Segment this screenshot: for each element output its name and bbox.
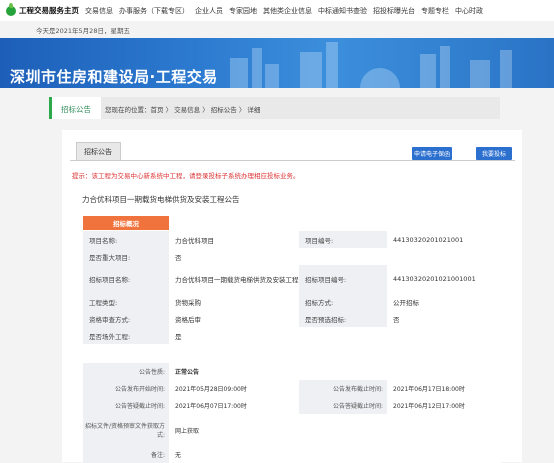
notice-label: 公告答疑截止时间: [83,397,169,414]
nav-item-other-companies[interactable]: 其他类企业信息 [263,6,312,16]
notice-label: 公告发布开始时间: [83,380,169,397]
city-skyline-decoration [470,60,490,88]
city-skyline-decoration [252,48,262,88]
table-row: 招标文件/资格预审文件获取方式: 网上获取 [83,414,501,446]
table-row: 项目名称: 力合优科项目 项目编号: 44130320201021001 [83,231,501,248]
notice-card: 招标公告 申请电子保函 我要投标 提示：该工程为交易中心新系统中工程，请登录投标… [62,130,522,463]
today-date-text: 今天是2021年5月28日，星期五 [36,27,130,35]
summary-value: 资格后审 [169,310,299,327]
city-skyline-decoration [300,52,322,88]
summary-label: 招标项目名称: [83,265,169,293]
city-skyline-decoration [440,46,450,88]
breadcrumb-tab: 招标公告 [49,97,101,119]
summary-empty [387,327,501,344]
summary-label: 项目编号: [299,231,387,248]
breadcrumb-path[interactable]: 您现在的位置：首页 〉 交易信息 〉 招标公告 〉 详细 [105,104,260,114]
summary-label: 是否重大项目: [83,248,169,265]
nav-item-experts[interactable]: 专家园地 [229,6,257,16]
city-skyline-decoration [360,68,400,88]
summary-empty [299,248,387,265]
banner: 深圳市住房和建设局·工程交易 [0,38,554,88]
summary-label: 是否场外工程: [83,327,169,344]
table-row: 是否场外工程: 是 [83,327,501,344]
nav-item-center-news[interactable]: 中心时政 [455,6,483,16]
remark-label: 备注: [83,446,169,463]
nav-item-bid-check[interactable]: 中标通知书查验 [318,6,367,16]
summary-label: 项目名称: [83,231,169,248]
notice-nature-value: 正常公告 [169,363,501,380]
notice-nature-label: 公告性质: [83,363,169,380]
table-row: 公告答疑截止时间: 2021年06月07日17:00时 公告答疑截止时间: 20… [83,397,501,414]
city-skyline-decoration [420,54,436,88]
tab-bid-notice[interactable]: 招标公告 [76,142,121,160]
remark-value: 无 [169,446,501,463]
summary-value: 力合优科项目 [169,231,299,248]
city-skyline-decoration [265,64,279,88]
nav-home-link[interactable]: 工程交易服务主页 [19,5,79,16]
notice-table: 公告性质: 正常公告 公告发布开始时间: 2021年05月28日09:00时 公… [83,363,501,463]
notice-value: 2021年06月17日18:00时 [387,380,501,397]
nav-item-exposure[interactable]: 招投标曝光台 [373,6,415,16]
table-row: 公告发布开始时间: 2021年05月28日09:00时 公告发布截止时间: 20… [83,380,501,397]
nav-item-trade-info[interactable]: 交易信息 [85,6,113,16]
summary-label: 资格审查方式: [83,310,169,327]
notice-label: 公告发布截止时间: [299,380,387,397]
summary-label: 工程类型: [83,293,169,310]
summary-value: 44130320201021001001 [387,265,501,293]
summary-label: 招标项目编号: [299,265,387,293]
summary-value: 是 [169,327,299,344]
summary-value: 44130320201021001 [387,231,501,248]
date-bar: 今天是2021年5月28日，星期五 [0,21,554,38]
summary-label: 是否预选招标: [299,310,387,327]
section-tag: 招标概况 [83,216,169,230]
tab-bid-notice-label: 招标公告 [84,148,112,156]
banner-title: 深圳市住房和建设局·工程交易 [10,68,218,86]
summary-label: 招标方式: [299,293,387,310]
doc-method-label: 招标文件/资格预审文件获取方式: [83,414,169,446]
notice-value: 2021年05月28日09:00时 [169,380,299,397]
nav-item-services[interactable]: 办事服务（下载专区） [119,6,189,16]
apply-guarantee-button[interactable]: 申请电子保函 [412,147,452,160]
summary-table: 项目名称: 力合优科项目 项目编号: 44130320201021001 是否重… [83,231,501,344]
table-row: 资格审查方式: 资格后审 是否预选招标: 否 [83,310,501,327]
summary-value: 公开招标 [387,293,501,310]
summary-value: 力合优科项目一期载货电梯供货及安装工程 [169,265,299,293]
project-title: 力合优科项目一期载货电梯供货及安装工程公告 [82,195,240,204]
nav-item-topics[interactable]: 专题专栏 [421,6,449,16]
notice-value: 2021年06月07日17:00时 [169,397,299,414]
summary-empty [387,248,501,265]
table-row: 工程类型: 货物采购 招标方式: 公开招标 [83,293,501,310]
summary-value: 否 [169,248,299,265]
table-row: 是否重大项目: 否 [83,248,501,265]
city-skyline-decoration [230,58,248,88]
notice-label: 公告答疑截止时间: [299,397,387,414]
table-row: 备注: 无 [83,446,501,463]
breadcrumb-tab-label: 招标公告 [61,105,91,114]
summary-value: 否 [387,310,501,327]
city-skyline-decoration [500,50,512,88]
leaf-logo-icon [6,2,16,16]
summary-empty [299,327,387,344]
doc-method-value: 网上获取 [169,414,501,446]
table-row: 公告性质: 正常公告 [83,363,501,380]
nav-item-companies[interactable]: 企业人员 [195,6,223,16]
notice-value: 2021年06月12日17:00时 [387,397,501,414]
bid-button[interactable]: 我要投标 [476,147,512,160]
table-row: 招标项目名称: 力合优科项目一期载货电梯供货及安装工程 招标项目编号: 4413… [83,265,501,293]
city-skyline-decoration [326,42,338,88]
summary-value: 货物采购 [169,293,299,310]
tip-text: 提示：该工程为交易中心新系统中工程，请登录投标子系统办理相应投标业务。 [72,172,300,180]
top-nav: 工程交易服务主页 交易信息 办事服务（下载专区） 企业人员 专家园地 其他类企业… [0,0,554,21]
breadcrumb: 招标公告 您现在的位置：首页 〉 交易信息 〉 招标公告 〉 详细 [49,97,500,119]
